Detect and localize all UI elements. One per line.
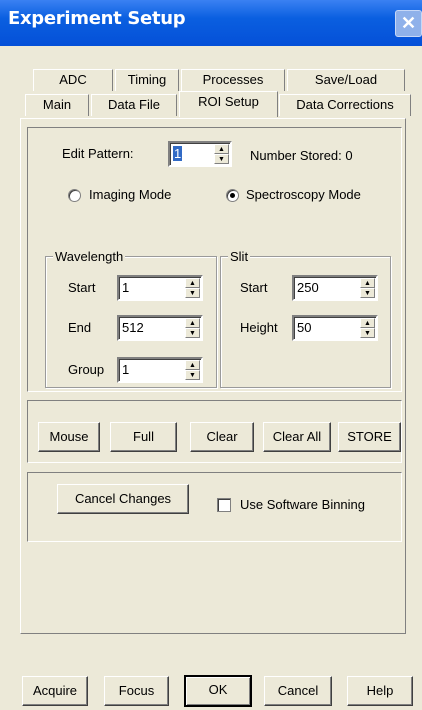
acquire-button[interactable]: Acquire (22, 676, 88, 706)
tab-data-file[interactable]: Data File (91, 94, 177, 116)
tab-timing[interactable]: Timing (115, 69, 179, 91)
ok-button[interactable]: OK (184, 675, 252, 707)
tab-adc[interactable]: ADC (33, 69, 113, 91)
tab-panel (20, 118, 406, 634)
tab-main[interactable]: Main (25, 94, 89, 116)
cancel-button[interactable]: Cancel (264, 676, 332, 706)
focus-button[interactable]: Focus (104, 676, 169, 706)
help-button[interactable]: Help (347, 676, 413, 706)
tab-save-load[interactable]: Save/Load (287, 69, 405, 91)
close-icon: ✕ (400, 13, 417, 33)
close-button[interactable]: ✕ (395, 10, 422, 37)
tab-roi-setup[interactable]: ROI Setup (179, 91, 278, 117)
tab-data-corrections[interactable]: Data Corrections (279, 94, 411, 116)
window-title: Experiment Setup (8, 8, 186, 29)
tab-processes[interactable]: Processes (181, 69, 285, 91)
